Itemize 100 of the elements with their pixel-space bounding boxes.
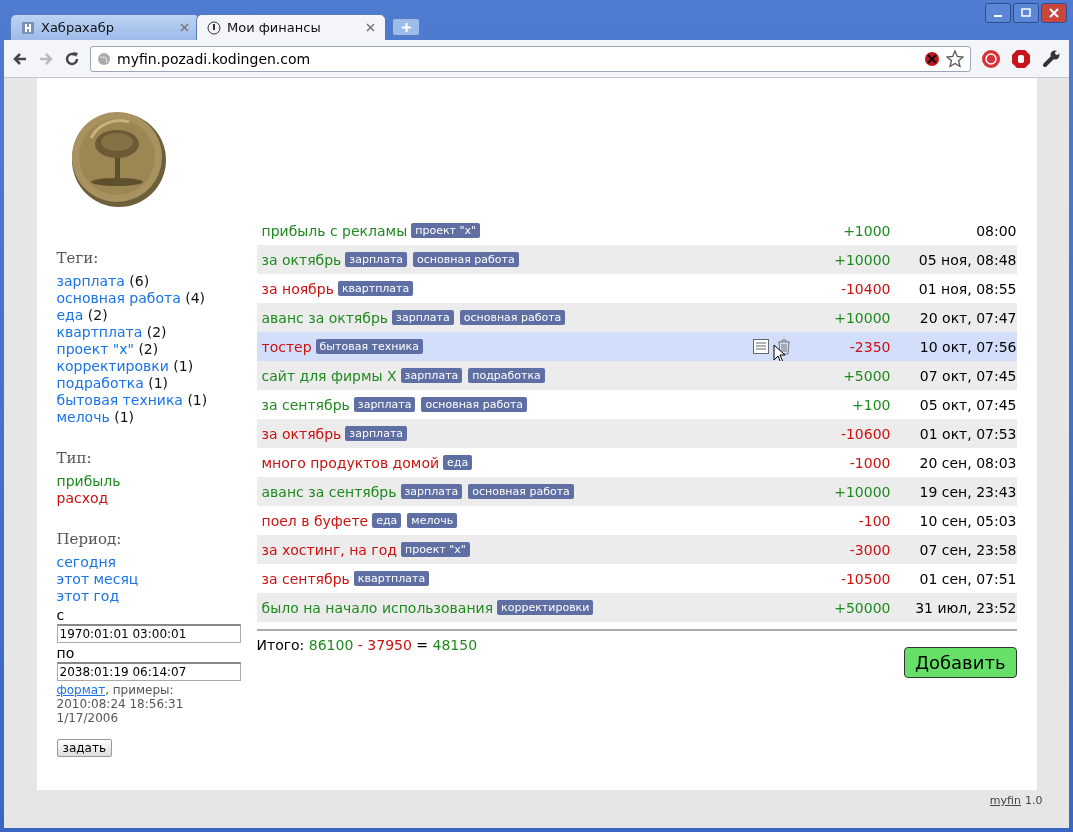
tag-link[interactable]: корректировки <box>56 358 169 374</box>
extension-icon[interactable] <box>981 48 1001 69</box>
transaction-title: поел в буфете <box>261 512 369 529</box>
close-icon[interactable] <box>366 23 375 32</box>
pointer-icon <box>772 344 786 364</box>
tag-label[interactable]: основная работа <box>421 397 528 412</box>
tag-link[interactable]: подработка <box>56 375 144 391</box>
example-text: 1/17/2006 <box>56 711 119 725</box>
transaction-row[interactable]: аванс за октябрь зарплата основная работа +10000 20 окт, 07:47 <box>256 303 1017 332</box>
tag-link[interactable]: бытовая техника <box>56 392 183 408</box>
stop-sign-icon[interactable] <box>1011 48 1031 69</box>
date-field[interactable]: 2038:01:19 06:14:07 <box>56 662 241 681</box>
tag-label[interactable]: квартплата <box>337 281 414 296</box>
amount: +10000 <box>833 483 891 500</box>
tag-label[interactable]: зарплата <box>400 368 463 383</box>
tag-label[interactable]: еда <box>443 455 473 470</box>
tag-label[interactable]: корректировки <box>497 600 594 615</box>
tag-label[interactable]: подработка <box>468 368 545 383</box>
reload-icon[interactable] <box>64 50 80 67</box>
transaction-title: за сентябрь <box>261 570 350 587</box>
transaction-title: было на начало использования <box>261 599 494 616</box>
transaction-row[interactable]: аванс за сентябрь зарплата основная работа +10000 19 сен, 23:43 <box>256 477 1017 506</box>
tag-link[interactable]: мелочь <box>56 409 110 425</box>
close-icon[interactable] <box>180 23 189 32</box>
tag-label[interactable]: основная работа <box>459 310 566 325</box>
tag-label[interactable]: зарплата <box>353 397 416 412</box>
tag-label[interactable]: зарплата <box>400 484 463 499</box>
transaction-row[interactable]: сайт для фирмы X зарплата подработка +5000 07 окт, 07:45 <box>256 361 1017 390</box>
new-tab-button[interactable] <box>392 18 420 36</box>
field-label: по <box>56 645 75 661</box>
transaction-row[interactable]: за хостинг, на год проект "x" -3000 07 сен, 23:58 <box>256 535 1017 564</box>
period-link[interactable]: этот месяц <box>56 571 139 587</box>
transaction-title: за хостинг, на год <box>261 541 397 558</box>
tag-label[interactable]: проект "x" <box>400 542 470 557</box>
period-link[interactable]: этот год <box>56 588 120 604</box>
minimize-icon <box>994 15 1002 17</box>
tag-count: (6) <box>129 273 150 289</box>
maximize-icon <box>1021 8 1031 18</box>
tag-count: (2) <box>146 324 167 340</box>
date-text: 07 сен, 23:58 <box>918 541 1017 558</box>
wrench-icon[interactable] <box>1041 48 1061 69</box>
blocked-icon[interactable] <box>924 50 940 67</box>
transaction-row[interactable]: за октябрь зарплата -10600 01 окт, 07:53 <box>256 419 1017 448</box>
date-text: 01 ноя, 08:55 <box>917 280 1017 297</box>
tag-link[interactable]: еда <box>56 307 84 323</box>
address-bar[interactable]: myfin.pozadi.kodingen.com <box>90 45 971 72</box>
list-icon[interactable] <box>752 338 769 354</box>
period-link[interactable]: сегодня <box>56 554 116 570</box>
tag-link[interactable]: проект "x" <box>56 341 134 357</box>
amount: -2350 <box>848 338 891 355</box>
add-button[interactable]: Добавить <box>903 647 1017 678</box>
tag-label[interactable]: квартплата <box>353 571 430 586</box>
minimize-button[interactable] <box>985 3 1011 23</box>
date-text: 19 сен, 23:43 <box>918 483 1017 500</box>
date-text: 20 окт, 07:47 <box>918 309 1017 326</box>
date-field[interactable]: 1970:01:01 03:00:01 <box>56 624 241 643</box>
tag-count: (2) <box>87 307 108 323</box>
total-line: Итого: 86100 - 37950 = 48150 <box>256 637 478 653</box>
field-label: с <box>56 607 65 623</box>
tag-label[interactable]: зарплата <box>392 310 454 325</box>
tag-label[interactable]: основная работа <box>468 484 574 499</box>
tag-label[interactable]: мелочь <box>407 513 458 528</box>
type-link[interactable]: прибыль <box>56 473 121 489</box>
example-text: 2010:08:24 18:56:31 <box>56 697 184 711</box>
type-link[interactable]: расход <box>56 490 109 506</box>
footer-link[interactable]: myfin <box>989 794 1021 807</box>
transaction-row[interactable]: тостер бытовая техника -2350 10 окт, 07:56 <box>256 332 1017 361</box>
apply-button[interactable]: задать <box>56 739 112 757</box>
tag-label[interactable]: бытовая техника <box>315 339 423 354</box>
version-text: 1.0 <box>1025 794 1043 807</box>
tag-link[interactable]: зарплата <box>56 273 125 289</box>
transaction-row[interactable]: за октябрь зарплата основная работа +10000 05 ноя, 08:48 <box>256 245 1017 274</box>
amount: +5000 <box>842 367 891 384</box>
tag-label[interactable]: проект "x" <box>411 223 481 238</box>
tag-label[interactable]: зарплата <box>345 426 408 441</box>
transaction-title: сайт для фирмы X <box>261 367 397 384</box>
transaction-title: аванс за октябрь <box>261 309 389 326</box>
star-icon[interactable] <box>946 49 964 68</box>
tab-title: Хабрахабр <box>41 20 116 35</box>
close-window-button[interactable] <box>1041 3 1067 23</box>
date-text: 10 окт, 07:56 <box>918 338 1017 355</box>
transaction-title: тостер <box>261 338 312 355</box>
browser-tab[interactable]: Мои финансы <box>196 14 386 40</box>
maximize-button[interactable] <box>1013 3 1039 23</box>
format-hint: формат, примеры: <box>56 683 175 697</box>
date-text: 05 окт, 07:45 <box>918 396 1017 413</box>
tag-label[interactable]: зарплата <box>345 252 408 267</box>
tag-label[interactable]: еда <box>372 513 402 528</box>
transaction-title: за октябрь <box>261 425 342 442</box>
tag-label[interactable]: основная работа <box>413 252 519 267</box>
trash-icon[interactable] <box>776 338 791 355</box>
transaction-row[interactable]: было на начало использования корректировки +50000 31 июл, 23:52 <box>256 593 1017 622</box>
close-icon <box>1049 8 1059 18</box>
back-icon[interactable] <box>12 50 28 67</box>
date-text: 31 июл, 23:52 <box>914 599 1017 616</box>
format-link[interactable]: формат <box>56 683 106 697</box>
tag-link[interactable]: основная работа <box>56 290 181 306</box>
tag-link[interactable]: квартплата <box>56 324 143 340</box>
tab-title: Мои финансы <box>227 20 322 35</box>
tag-count: (1) <box>114 409 134 425</box>
